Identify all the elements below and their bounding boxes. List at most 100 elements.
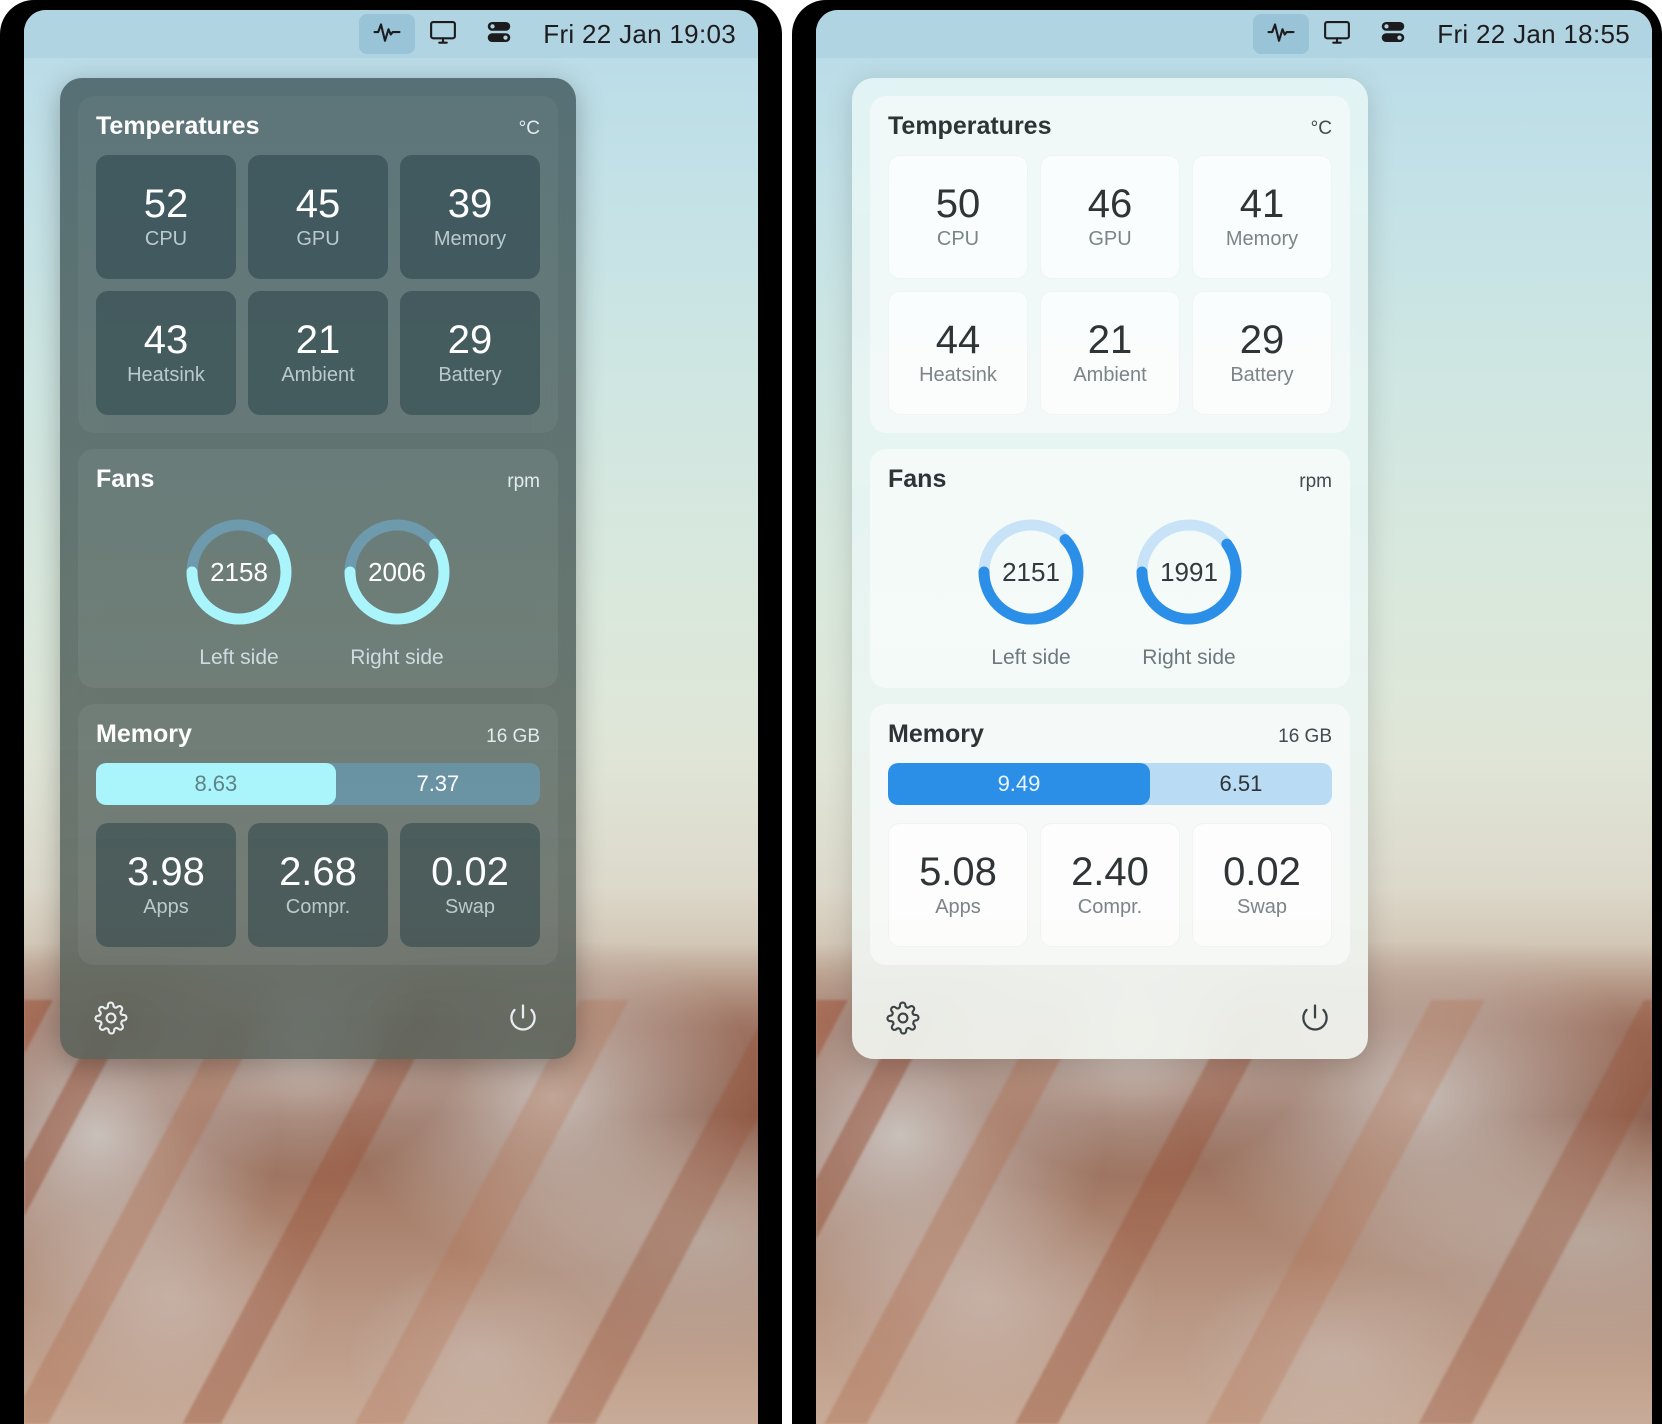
temperatures-title: Temperatures bbox=[96, 112, 260, 140]
tile-label: GPU bbox=[1088, 227, 1132, 250]
temperatures-card: Temperatures °C 50 CPU 46 GPU 41 Memory … bbox=[870, 96, 1350, 433]
tile-label: Swap bbox=[1236, 895, 1288, 918]
temperature-tiles: 52 CPU 45 GPU 39 Memory 43 Heatsink 21 A… bbox=[96, 155, 540, 415]
menu-item-activity-monitor[interactable] bbox=[1253, 14, 1310, 54]
temperature-tile-memory[interactable]: 41 Memory bbox=[1192, 155, 1332, 279]
temperature-tile-ambient[interactable]: 21 Ambient bbox=[248, 291, 388, 415]
memory-header: Memory 16 GB bbox=[888, 720, 1332, 749]
tile-value: 43 bbox=[143, 317, 189, 362]
gear-icon bbox=[886, 1001, 920, 1040]
widget-footer bbox=[78, 981, 558, 1059]
temperature-tile-cpu[interactable]: 52 CPU bbox=[96, 155, 236, 279]
toggles-icon bbox=[484, 17, 514, 52]
memory-free-segment: 7.37 bbox=[416, 771, 460, 796]
fan-gauge-left-side[interactable]: 2158 Left side bbox=[183, 516, 295, 670]
memory-tile-compressed[interactable]: 2.40 Compr. bbox=[1040, 823, 1180, 947]
power-icon bbox=[506, 1001, 540, 1040]
temperature-tile-gpu[interactable]: 45 GPU bbox=[248, 155, 388, 279]
temperature-tile-battery[interactable]: 29 Battery bbox=[400, 291, 540, 415]
tile-value: 5.08 bbox=[919, 849, 997, 894]
fan-gauge-right-side[interactable]: 2006 Right side bbox=[341, 516, 453, 670]
fans-card: Fans rpm 2158 Left side 2006 Right side bbox=[78, 449, 558, 688]
fan-ring-right: 1991 bbox=[1133, 516, 1245, 628]
tile-value: 44 bbox=[935, 317, 981, 362]
memory-tile-apps[interactable]: 3.98 Apps bbox=[96, 823, 236, 947]
temperatures-unit: °C bbox=[518, 118, 540, 139]
memory-tile-compressed[interactable]: 2.68 Compr. bbox=[248, 823, 388, 947]
fan-ring-left: 2158 bbox=[183, 516, 295, 628]
temperature-tile-cpu[interactable]: 50 CPU bbox=[888, 155, 1028, 279]
tile-label: Compr. bbox=[285, 895, 351, 918]
tile-value: 2.68 bbox=[279, 849, 357, 894]
tile-value: 29 bbox=[1239, 317, 1285, 362]
tile-value: 29 bbox=[447, 317, 493, 362]
menu-bar-clock[interactable]: Fri 22 Jan 19:03 bbox=[543, 19, 736, 50]
memory-tiles: 3.98 Apps 2.68 Compr. 0.02 Swap bbox=[96, 823, 540, 947]
tile-label: Heatsink bbox=[919, 363, 997, 386]
memory-free-segment: 6.51 bbox=[1219, 771, 1263, 796]
tile-label: GPU bbox=[296, 227, 340, 250]
dual-screenshot-stage: Fri 22 Jan 19:03 Temperatures °C 52 CPU bbox=[0, 0, 1662, 1424]
fan-label: Right side bbox=[1142, 646, 1236, 669]
toggles-icon bbox=[1378, 17, 1408, 52]
memory-usage-bar[interactable]: 9.49 6.51 bbox=[888, 763, 1332, 805]
temperature-tile-gpu[interactable]: 46 GPU bbox=[1040, 155, 1180, 279]
power-button[interactable] bbox=[500, 997, 546, 1043]
tile-value: 0.02 bbox=[431, 849, 509, 894]
settings-button[interactable] bbox=[880, 997, 926, 1043]
temperature-tile-memory[interactable]: 39 Memory bbox=[400, 155, 540, 279]
temperature-tile-battery[interactable]: 29 Battery bbox=[1192, 291, 1332, 415]
screen-dark-appearance: Fri 22 Jan 19:03 Temperatures °C 52 CPU bbox=[0, 0, 782, 1424]
memory-tile-swap[interactable]: 0.02 Swap bbox=[1192, 823, 1332, 947]
tile-value: 52 bbox=[143, 181, 189, 226]
fans-card: Fans rpm 2151 Left side 1991 Right side bbox=[870, 449, 1350, 688]
temperature-tile-heatsink[interactable]: 43 Heatsink bbox=[96, 291, 236, 415]
tile-value: 45 bbox=[295, 181, 341, 226]
menu-item-control-center[interactable] bbox=[471, 14, 527, 54]
tile-value: 41 bbox=[1239, 181, 1285, 226]
temperatures-title: Temperatures bbox=[888, 112, 1052, 140]
fan-gauge-left-side[interactable]: 2151 Left side bbox=[975, 516, 1087, 670]
fans-header: Fans rpm bbox=[96, 465, 540, 494]
memory-header: Memory 16 GB bbox=[96, 720, 540, 749]
menu-item-display[interactable] bbox=[415, 14, 471, 54]
temperature-tile-ambient[interactable]: 21 Ambient bbox=[1040, 291, 1180, 415]
memory-tile-swap[interactable]: 0.02 Swap bbox=[400, 823, 540, 947]
memory-usage-bar[interactable]: 8.63 7.37 bbox=[96, 763, 540, 805]
menu-bar-clock[interactable]: Fri 22 Jan 18:55 bbox=[1437, 19, 1630, 50]
power-button[interactable] bbox=[1292, 997, 1338, 1043]
wallpaper-rock-streaks bbox=[24, 999, 758, 1424]
tile-value: 46 bbox=[1087, 181, 1133, 226]
desktop-viewport: Fri 22 Jan 19:03 Temperatures °C 52 CPU bbox=[24, 10, 758, 1424]
tile-value: 0.02 bbox=[1223, 849, 1301, 894]
fans-unit: rpm bbox=[1299, 471, 1332, 492]
menu-item-control-center[interactable] bbox=[1365, 14, 1421, 54]
settings-button[interactable] bbox=[88, 997, 134, 1043]
memory-card: Memory 16 GB 9.49 6.51 5.08 Apps 2.40 Co… bbox=[870, 704, 1350, 965]
tile-value: 39 bbox=[447, 181, 493, 226]
memory-card: Memory 16 GB 8.63 7.37 3.98 Apps 2.68 Co… bbox=[78, 704, 558, 965]
tile-label: Apps bbox=[143, 895, 189, 918]
desktop-viewport: Fri 22 Jan 18:55 Temperatures °C 50 CPU bbox=[816, 10, 1652, 1424]
fan-value: 2006 bbox=[368, 556, 426, 587]
temperatures-card: Temperatures °C 52 CPU 45 GPU 39 Memory … bbox=[78, 96, 558, 433]
tile-label: Swap bbox=[444, 895, 496, 918]
display-icon bbox=[1322, 17, 1352, 52]
temperature-tile-heatsink[interactable]: 44 Heatsink bbox=[888, 291, 1028, 415]
memory-title: Memory bbox=[888, 720, 984, 748]
tile-label: Ambient bbox=[1073, 363, 1147, 386]
menu-item-activity-monitor[interactable] bbox=[359, 14, 416, 54]
fan-gauge-right-side[interactable]: 1991 Right side bbox=[1133, 516, 1245, 670]
tile-value: 21 bbox=[295, 317, 341, 362]
menu-item-display[interactable] bbox=[1309, 14, 1365, 54]
memory-tile-apps[interactable]: 5.08 Apps bbox=[888, 823, 1028, 947]
gear-icon bbox=[94, 1001, 128, 1040]
tile-value: 2.40 bbox=[1071, 849, 1149, 894]
fan-value: 1991 bbox=[1160, 556, 1218, 587]
memory-tiles: 5.08 Apps 2.40 Compr. 0.02 Swap bbox=[888, 823, 1332, 947]
tile-label: Battery bbox=[438, 363, 502, 386]
widget-footer bbox=[870, 981, 1350, 1059]
tile-label: CPU bbox=[144, 227, 188, 250]
memory-used-segment: 9.49 bbox=[888, 763, 1150, 805]
stats-widget: Temperatures °C 52 CPU 45 GPU 39 Memory … bbox=[60, 78, 576, 1059]
